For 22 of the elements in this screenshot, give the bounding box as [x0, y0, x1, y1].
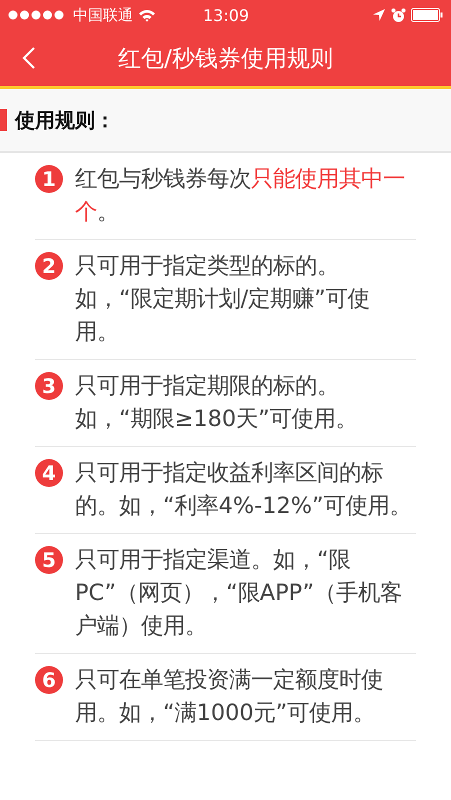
battery-icon: [411, 8, 443, 22]
section-title: 使用规则：: [15, 106, 115, 134]
rule-text: 只可用于指定期限的标的。 如，“期限≥180天”可使用。: [75, 372, 359, 434]
accent-bar: [0, 109, 7, 131]
number-badge: 3: [35, 372, 63, 400]
back-chevron-icon: [22, 46, 36, 70]
rule-text: 只可用于指定类型的标的。 如，“限定期计划/定期赚”可使用。: [75, 252, 371, 347]
rule-text: 红包与秒钱券每次只能使用其中一个。: [75, 165, 406, 227]
clock-time: 13:09: [203, 6, 250, 24]
wifi-icon: [138, 8, 156, 22]
number-badge: 5: [35, 546, 63, 574]
rule-text: 只可在单笔投资满一定额度时使用。如，“满1000元”可使用。: [75, 666, 384, 728]
rule-text: 只可用于指定渠道。如，“限PC”（网页），“限APP”（手机客户端）使用。: [75, 546, 404, 641]
carrier-name: 中国联通: [73, 6, 133, 24]
alarm-clock-icon: [391, 8, 406, 22]
number-badge: 1: [35, 165, 63, 193]
number-badge: 6: [35, 666, 63, 694]
number-badge: 2: [35, 252, 63, 280]
number-badge: 4: [35, 459, 63, 487]
location-arrow-icon: [372, 8, 386, 22]
page-title: 红包/秒钱券使用规则: [118, 44, 333, 74]
rule-text: 只可用于指定收益利率区间的标的。如，“利率4%-12%”可使用。: [75, 459, 413, 521]
